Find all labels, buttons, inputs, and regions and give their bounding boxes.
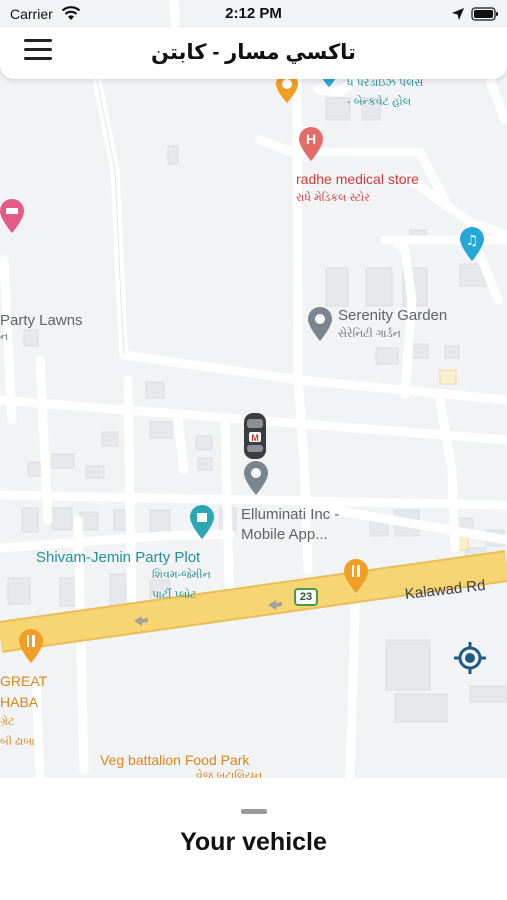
hotel-pin-icon[interactable] xyxy=(0,198,26,234)
svg-text:♫: ♫ xyxy=(466,233,479,249)
place-label-sub: સેરેનિટી ગાર્ડન xyxy=(338,328,401,340)
map-canvas xyxy=(0,0,507,778)
place-label-shivam[interactable]: Shivam-Jemin Party Plot xyxy=(36,549,200,566)
crosshair-locate-icon[interactable] xyxy=(452,640,488,676)
map-view[interactable]: H ♫ 23 M ધ પરડાઇઝ પલસ - બેન્કવેટ હોલ rad… xyxy=(0,0,507,778)
place-label-sub: બી ઢાબા xyxy=(0,736,35,748)
place-label-sub: પાર્ટી પ્લોટ xyxy=(152,589,197,601)
place-pin-icon[interactable] xyxy=(306,306,334,342)
status-bar: Carrier 2:12 PM xyxy=(0,0,507,28)
place-label-sub: - બેન્કવેટ હોલ xyxy=(347,96,412,108)
sheet-title: Your vehicle xyxy=(180,828,327,856)
restaurant-pin-icon[interactable] xyxy=(342,558,370,594)
music-pin-icon[interactable]: ♫ xyxy=(458,226,486,262)
bottom-sheet[interactable]: Your vehicle xyxy=(0,778,507,900)
park-pin-icon[interactable] xyxy=(188,504,216,540)
place-pin-icon[interactable] xyxy=(242,460,270,496)
place-label-veg-battalion[interactable]: Veg battalion Food Park xyxy=(100,752,249,768)
status-time: 2:12 PM xyxy=(225,5,282,22)
place-label-serenity-garden[interactable]: Serenity Garden xyxy=(338,307,447,324)
svg-text:M: M xyxy=(251,433,259,443)
place-label-sub: વેજ બટાલિયન xyxy=(196,770,263,778)
app-header: تاكسي مسار - كابتن xyxy=(0,27,507,79)
place-label-party-lawns[interactable]: Party Lawns xyxy=(0,312,83,329)
location-arrow-icon xyxy=(452,8,464,20)
place-label-sub: શિવમ-જેમીન xyxy=(152,569,211,581)
place-label-sub: ગ્રેટ xyxy=(0,716,15,728)
place-label-medical[interactable]: radhe medical store xyxy=(296,171,419,187)
page-title: تاكسي مسار - كابتن xyxy=(151,41,356,64)
restaurant-pin-icon[interactable] xyxy=(17,628,45,664)
drag-handle[interactable] xyxy=(241,809,267,814)
place-label-great[interactable]: GREAT xyxy=(0,673,47,689)
place-label-great[interactable]: HABA xyxy=(0,694,38,710)
svg-text:H: H xyxy=(306,131,316,147)
place-label-sub: ન xyxy=(0,331,9,343)
place-label-sub: રાધે મેડિકલ સ્ટોર xyxy=(296,192,370,204)
route-shield: 23 xyxy=(294,588,318,606)
medical-pin-icon[interactable]: H xyxy=(297,126,325,162)
battery-icon xyxy=(471,7,498,21)
taxi-car-icon[interactable]: M xyxy=(242,411,268,461)
place-label-elluminati[interactable]: Mobile App... xyxy=(241,526,328,543)
place-label-elluminati[interactable]: Elluminati Inc - xyxy=(241,506,339,523)
